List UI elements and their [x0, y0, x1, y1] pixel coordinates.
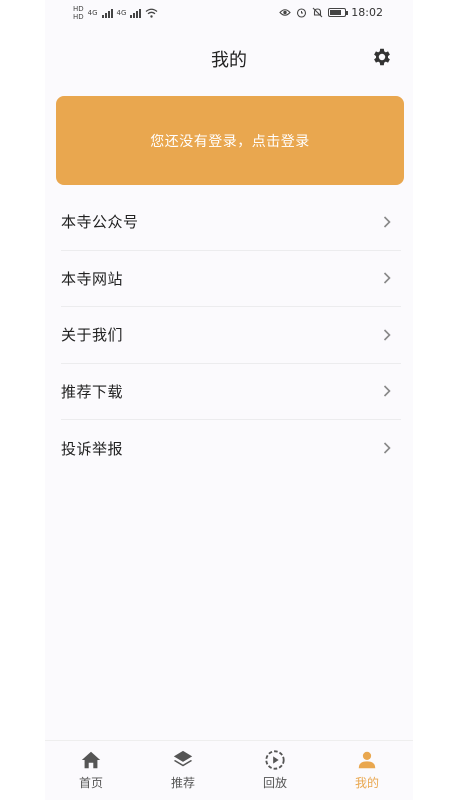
- menu-item-about-us[interactable]: 关于我们: [61, 307, 401, 364]
- menu-item-label: 关于我们: [61, 326, 124, 345]
- status-time: 18:02: [351, 6, 383, 19]
- menu-item-label: 本寺公众号: [61, 213, 139, 232]
- layers-icon: [173, 750, 193, 767]
- menu-list: 本寺公众号 本寺网站 关于我们 推荐下载 投诉举报: [61, 194, 401, 477]
- menu-item-label: 本寺网站: [61, 269, 124, 288]
- network-label-1: 4G: [87, 9, 98, 17]
- phone-screen: HD HD 4G 4G 18:02 我的 您还没有登录，点击登录 本寺公众号 本…: [45, 0, 413, 800]
- tab-replay[interactable]: 回放: [229, 741, 321, 800]
- menu-item-label: 投诉举报: [61, 439, 124, 458]
- replay-icon: [265, 750, 285, 770]
- tab-mine[interactable]: 我的: [321, 741, 413, 800]
- menu-item-website[interactable]: 本寺网站: [61, 251, 401, 307]
- eye-icon: [279, 9, 292, 16]
- signal-icon-2: [130, 8, 142, 18]
- signal-icon: [101, 8, 113, 18]
- page-title: 我的: [211, 50, 247, 71]
- gear-icon[interactable]: [371, 46, 393, 68]
- menu-item-label: 推荐下载: [61, 382, 124, 401]
- tab-label: 推荐: [170, 776, 195, 790]
- chevron-right-icon: [383, 272, 391, 284]
- tab-label: 我的: [354, 776, 379, 790]
- sim-label-2: HD: [73, 13, 84, 21]
- menu-item-complaint-report[interactable]: 投诉举报: [61, 420, 401, 477]
- login-prompt: 您还没有登录，点击登录: [150, 133, 310, 150]
- network-label-2: 4G: [116, 9, 127, 17]
- login-card[interactable]: 您还没有登录，点击登录: [56, 96, 404, 185]
- bottom-tab-bar: 首页 推荐 回放 我的: [45, 740, 413, 800]
- chevron-right-icon: [383, 442, 391, 454]
- tab-label: 回放: [262, 776, 287, 790]
- menu-item-recommend-download[interactable]: 推荐下载: [61, 364, 401, 420]
- user-icon: [358, 751, 376, 769]
- sim-labels: HD HD: [73, 5, 84, 21]
- battery-icon: [328, 8, 349, 17]
- bell-off-icon: [312, 7, 323, 18]
- chevron-right-icon: [383, 329, 391, 341]
- menu-item-official-account[interactable]: 本寺公众号: [61, 194, 401, 251]
- tab-home[interactable]: 首页: [45, 741, 137, 800]
- sim-label-1: HD: [73, 5, 84, 13]
- wifi-icon: [146, 8, 158, 18]
- chevron-right-icon: [383, 216, 391, 228]
- home-icon: [81, 751, 101, 769]
- status-right: 18:02: [279, 6, 383, 19]
- tab-recommend[interactable]: 推荐: [137, 741, 229, 800]
- chevron-right-icon: [383, 385, 391, 397]
- header: 我的: [45, 36, 413, 80]
- status-bar: HD HD 4G 4G 18:02: [45, 0, 413, 28]
- alarm-icon: [297, 8, 307, 18]
- tab-label: 首页: [78, 776, 103, 790]
- status-left: HD HD 4G 4G: [73, 5, 158, 21]
